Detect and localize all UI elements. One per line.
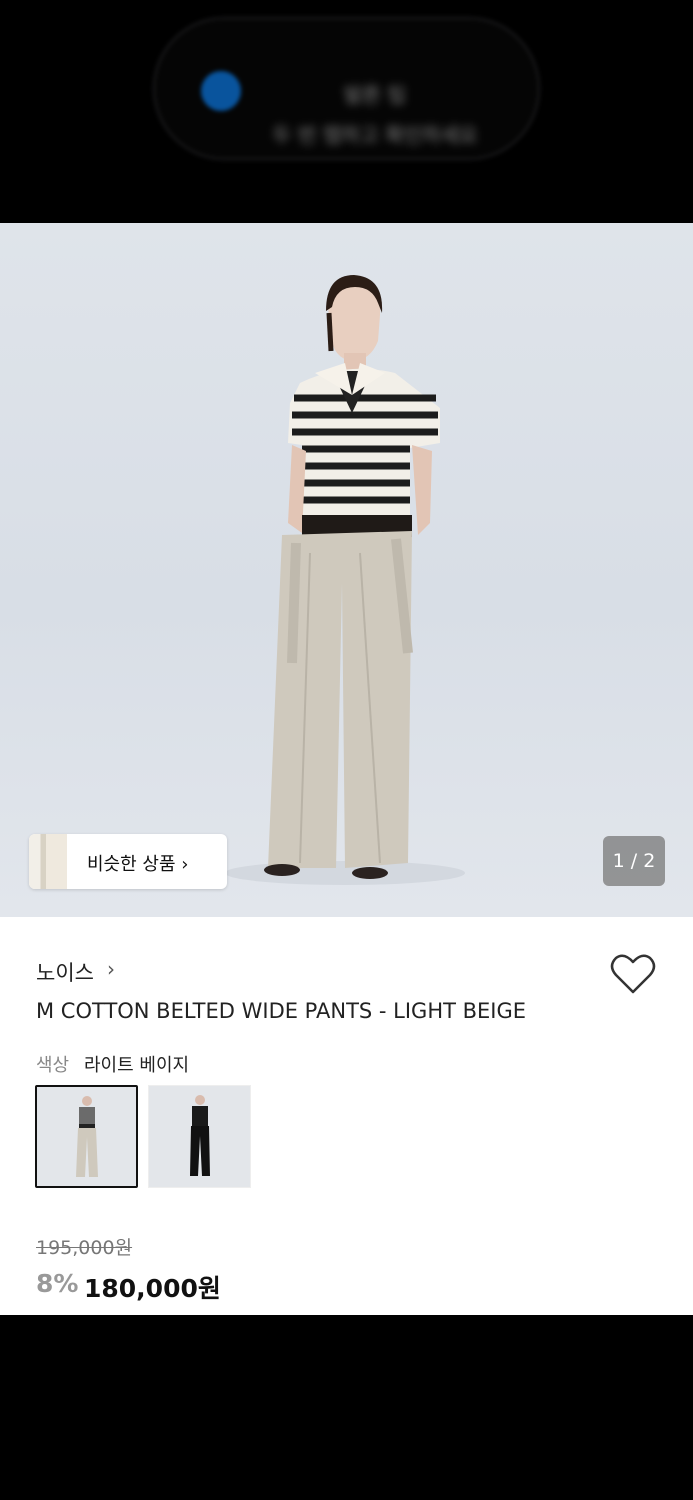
toast-title: 발른 팁: [343, 83, 407, 107]
similar-products-button[interactable]: 비슷한 상품 ›: [29, 834, 227, 889]
info-icon: [201, 71, 241, 111]
color-option-label: 색상: [36, 1055, 70, 1076]
color-swatch-black[interactable]: [148, 1085, 251, 1188]
selected-color-value: 라이트 베이지: [84, 1055, 190, 1076]
product-title: M COTTON BELTED WIDE PANTS - LIGHT BEIGE: [36, 999, 527, 1023]
sale-price: 180,000원: [84, 1274, 221, 1303]
heart-icon[interactable]: [610, 953, 656, 995]
product-info-panel: 노이스 › M COTTON BELTED WIDE PANTS - LIGHT…: [0, 917, 693, 1315]
chevron-right-icon[interactable]: ›: [107, 957, 115, 981]
original-price: 195,000원: [36, 1237, 133, 1259]
brand-link[interactable]: 노이스: [36, 957, 94, 987]
bottom-area: [0, 1315, 693, 1500]
discount-rate: 8%: [36, 1269, 79, 1298]
top-status-area: 발른 팁 두 번 탭하고 확인하세요: [0, 0, 693, 221]
toast-message: 두 번 탭하고 확인하세요: [272, 123, 478, 147]
image-page-indicator: 1 / 2: [603, 836, 665, 886]
product-image-gallery[interactable]: 비슷한 상품 › 1 / 2: [0, 223, 693, 917]
swatch-black-thumbnail: [149, 1086, 250, 1187]
toast-popup: 발른 팁 두 번 탭하고 확인하세요: [153, 17, 540, 160]
model-photo: [225, 275, 465, 885]
similar-product-thumbnail: [29, 834, 67, 889]
color-swatch-light-beige[interactable]: [35, 1085, 138, 1188]
similar-products-label: 비슷한 상품 ›: [87, 854, 189, 875]
swatch-beige-thumbnail: [37, 1087, 136, 1186]
